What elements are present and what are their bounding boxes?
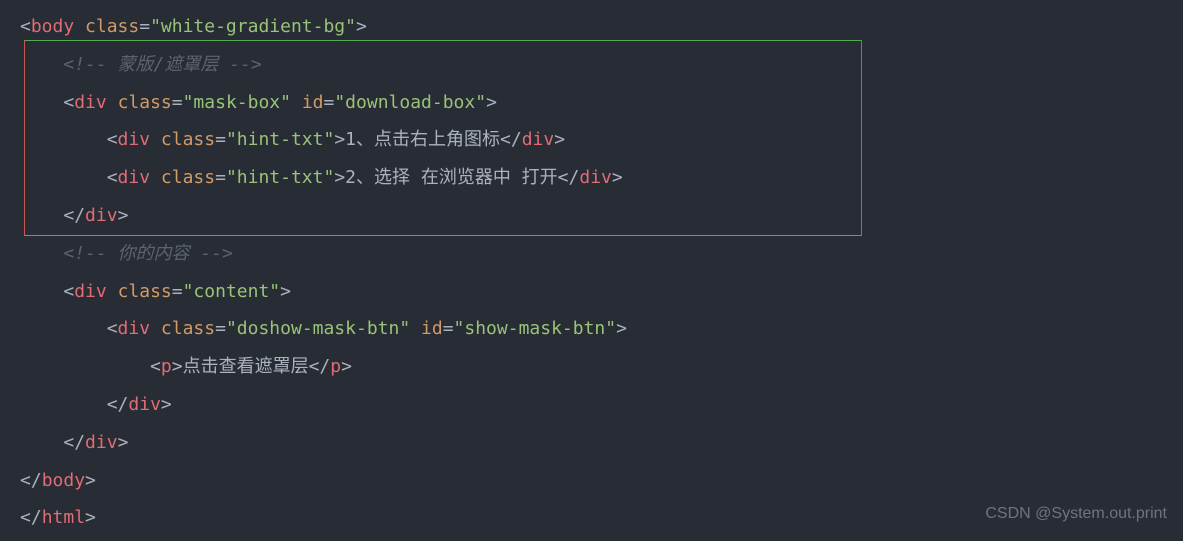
code-line: <div class="hint-txt">2、选择 在浏览器中 打开</div… <box>107 167 623 188</box>
code-line: <div class="mask-box" id="download-box"> <box>63 92 497 113</box>
code-line: </body> <box>20 470 96 491</box>
watermark-text: CSDN @System.out.print <box>985 497 1167 531</box>
code-line: <p>点击查看遮罩层</p> <box>150 356 352 377</box>
code-comment: <!-- 你的内容 --> <box>63 243 233 264</box>
code-block: <body class="white-gradient-bg"> <!-- 蒙版… <box>20 8 1163 537</box>
code-line: </div> <box>63 205 128 226</box>
code-line: <div class="content"> <box>63 281 291 302</box>
code-line: <body class="white-gradient-bg"> <box>20 16 367 37</box>
code-line: </html> <box>20 507 96 528</box>
code-line: <div class="doshow-mask-btn" id="show-ma… <box>107 318 627 339</box>
code-line: <div class="hint-txt">1、点击右上角图标</div> <box>107 129 565 150</box>
code-line: </div> <box>107 394 172 415</box>
code-line: </div> <box>63 432 128 453</box>
code-comment: <!-- 蒙版/遮罩层 --> <box>63 54 261 75</box>
